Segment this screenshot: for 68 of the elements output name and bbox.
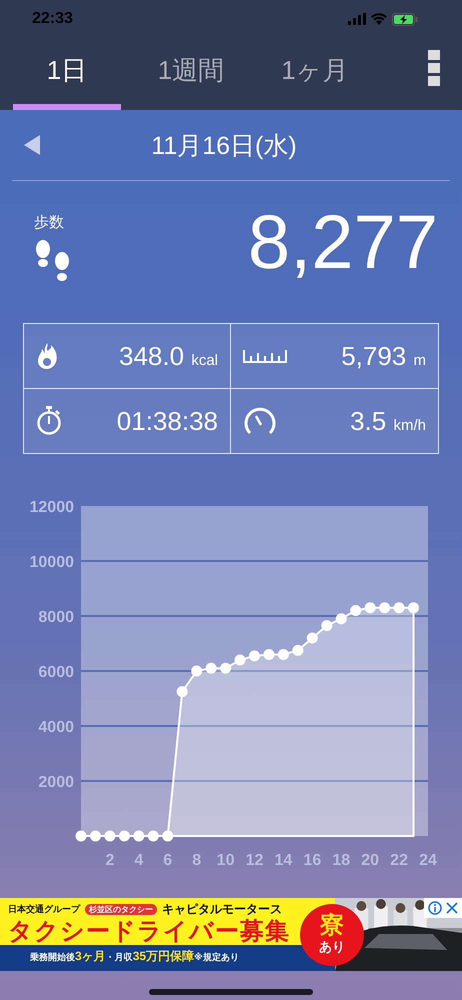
data-point bbox=[206, 662, 217, 674]
data-point bbox=[336, 613, 347, 624]
x-axis-label: 20 bbox=[361, 852, 380, 869]
data-point bbox=[90, 830, 101, 842]
data-point bbox=[76, 830, 86, 842]
x-axis-label: 10 bbox=[216, 852, 234, 869]
data-point bbox=[104, 830, 116, 842]
stat-value: 01:38:38 bbox=[116, 406, 218, 436]
data-point bbox=[394, 602, 405, 614]
step-count: 8,277 bbox=[248, 205, 438, 281]
x-axis-label: 14 bbox=[274, 852, 292, 869]
x-axis-label: 12 bbox=[246, 852, 264, 869]
back-arrow-icon[interactable] bbox=[24, 135, 40, 155]
close-icon[interactable] bbox=[446, 902, 458, 914]
x-axis-label: 16 bbox=[303, 852, 322, 869]
data-point bbox=[408, 602, 420, 614]
y-axis-label: 12000 bbox=[30, 499, 74, 516]
data-point bbox=[118, 830, 130, 842]
x-axis-label: 22 bbox=[390, 852, 408, 869]
ad-text: 日本交通グループ bbox=[8, 903, 80, 916]
data-point bbox=[133, 830, 144, 842]
data-point bbox=[263, 649, 274, 660]
tab[interactable]: 1週間 bbox=[137, 53, 245, 110]
stopwatch-icon bbox=[36, 406, 62, 436]
data-point bbox=[249, 650, 260, 662]
flame-icon bbox=[36, 342, 58, 370]
y-axis-label: 4000 bbox=[38, 719, 74, 736]
data-point bbox=[234, 654, 246, 666]
status-time: 22:33 bbox=[32, 10, 73, 28]
ruler-icon bbox=[243, 349, 287, 363]
info-icon[interactable] bbox=[428, 901, 442, 915]
speedometer-icon bbox=[243, 407, 277, 435]
y-axis-label: 6000 bbox=[38, 664, 74, 681]
data-point bbox=[278, 649, 289, 660]
data-point bbox=[306, 632, 318, 644]
menu-icon[interactable] bbox=[428, 50, 440, 86]
data-point bbox=[220, 662, 232, 674]
data-point bbox=[321, 620, 332, 632]
battery-icon bbox=[392, 12, 418, 26]
data-point bbox=[364, 602, 376, 614]
x-axis-label: 24 bbox=[419, 852, 437, 869]
data-point bbox=[162, 830, 174, 842]
ad-text: キャピタルモータース bbox=[162, 901, 282, 918]
data-point bbox=[379, 602, 390, 614]
data-point bbox=[292, 644, 304, 656]
stat-value: 5,793 m bbox=[341, 340, 426, 372]
ad-tag: 杉並区のタクシー bbox=[85, 904, 157, 915]
x-axis-label: 8 bbox=[192, 852, 202, 869]
y-axis-label: 8000 bbox=[38, 609, 74, 626]
wifi-icon bbox=[371, 13, 387, 25]
x-axis-label: 2 bbox=[105, 852, 114, 869]
stat-value: 3.5 km/h bbox=[350, 406, 426, 436]
y-axis-label: 10000 bbox=[30, 554, 74, 571]
y-axis-label: 2000 bbox=[38, 774, 74, 791]
tab[interactable]: 1日 bbox=[13, 53, 121, 110]
x-axis-label: 4 bbox=[134, 852, 144, 869]
data-point bbox=[350, 605, 362, 616]
x-axis-label: 6 bbox=[163, 852, 172, 869]
x-axis-label: 18 bbox=[332, 852, 350, 869]
signal-icon bbox=[348, 13, 366, 25]
tab[interactable]: 1ヶ月 bbox=[261, 53, 369, 110]
data-point bbox=[191, 666, 202, 676]
data-point bbox=[176, 686, 188, 698]
stat-value: 348.0 kcal bbox=[119, 340, 218, 372]
data-point bbox=[148, 830, 159, 842]
steps-label: 歩数 bbox=[34, 213, 65, 232]
ad-headline: タクシードライバー募集 bbox=[8, 918, 291, 945]
date-title: 11月16日(水) bbox=[150, 130, 298, 162]
